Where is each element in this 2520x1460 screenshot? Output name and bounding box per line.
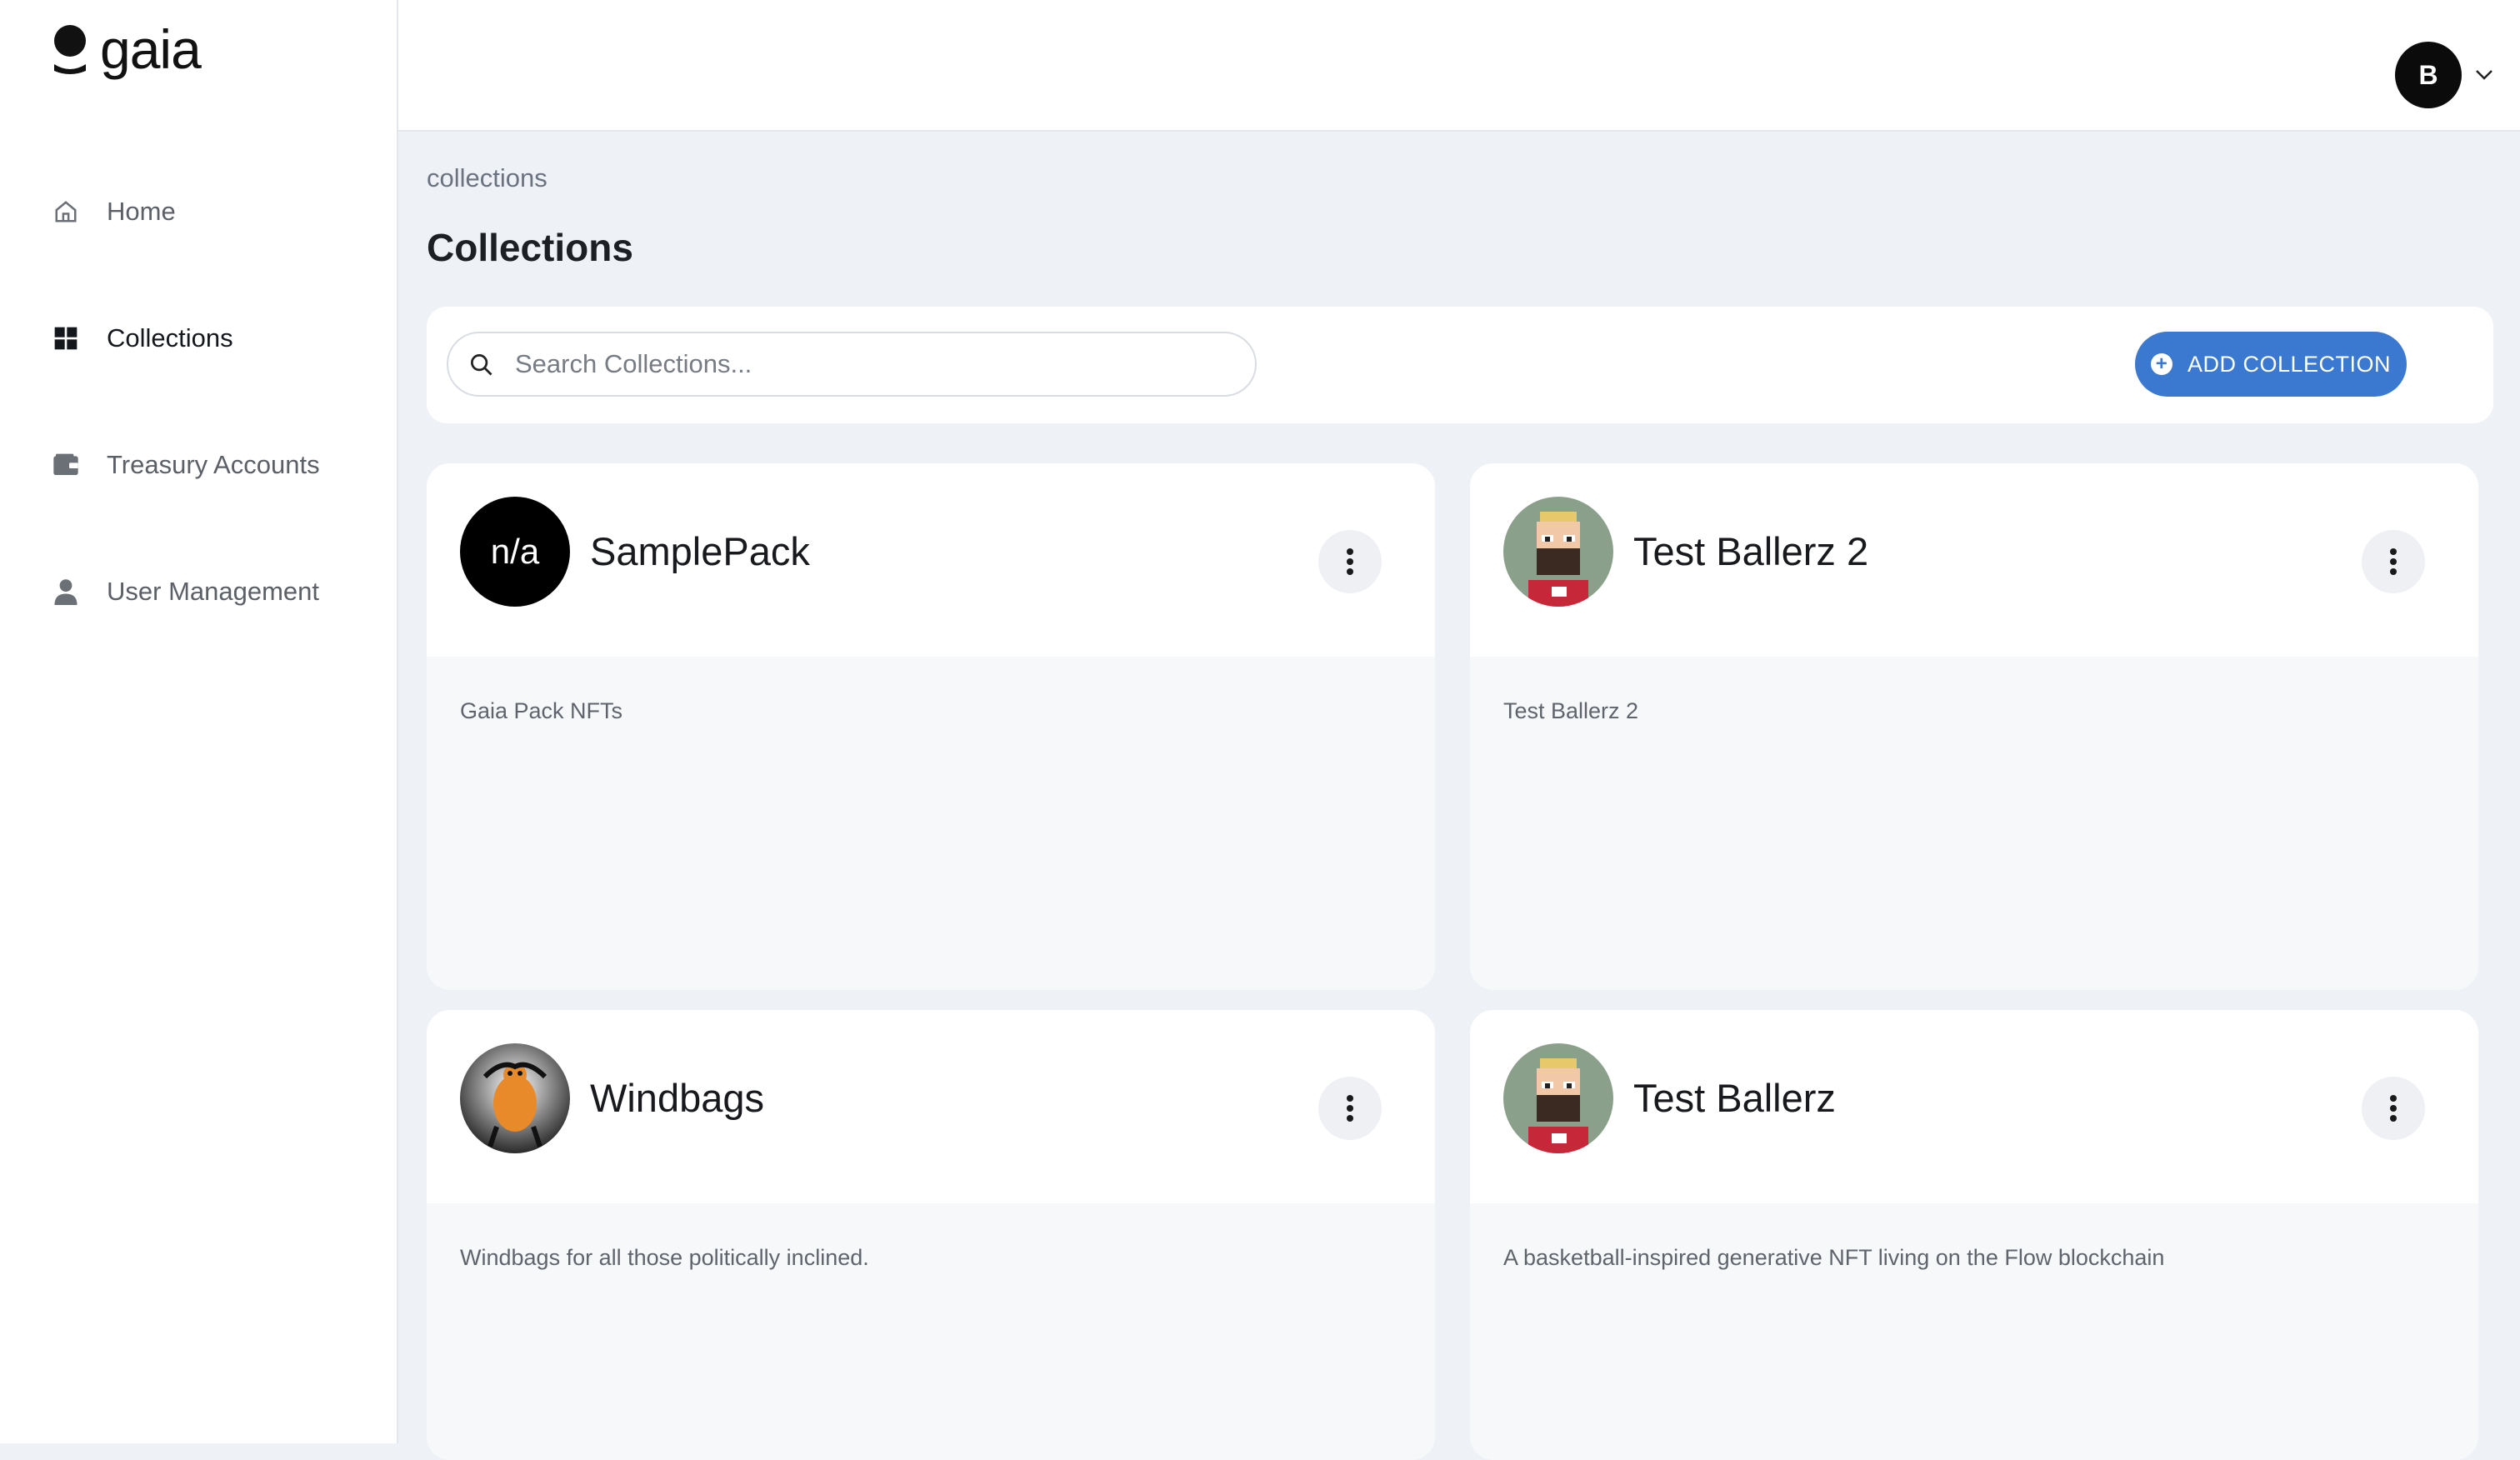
card-header: Windbags [427, 1010, 1435, 1203]
more-vertical-icon [1347, 1095, 1353, 1122]
baller-avatar-icon [1503, 1043, 1613, 1153]
collection-avatar [1503, 497, 1613, 607]
collection-title[interactable]: SamplePack [590, 528, 810, 574]
collection-avatar: n/a [460, 497, 570, 607]
collection-avatar [1503, 1043, 1613, 1153]
add-collection-label: ADD COLLECTION [2187, 351, 2392, 377]
logo-mark-icon [54, 25, 86, 74]
sidebar-item-label: User Management [107, 577, 320, 606]
card-header: n/a SamplePack [427, 463, 1435, 657]
more-options-button[interactable] [2362, 530, 2425, 593]
avatar: B [2395, 42, 2462, 108]
collection-description: Windbags for all those politically incli… [460, 1245, 869, 1270]
baller-avatar-icon [1503, 497, 1613, 607]
page-title: Collections [427, 226, 633, 269]
grid-icon [52, 324, 80, 352]
account-menu-button[interactable]: B [2395, 42, 2493, 108]
sidebar-item-label: Collections [107, 323, 233, 352]
collection-description: Gaia Pack NFTs [460, 698, 623, 723]
collection-description: Test Ballerz 2 [1503, 698, 1639, 723]
add-collection-button[interactable]: + ADD COLLECTION [2135, 332, 2407, 397]
search-box [447, 332, 1257, 397]
sidebar-item-label: Treasury Accounts [107, 450, 320, 479]
avatar-placeholder-text: n/a [460, 497, 570, 607]
sidebar: gaia Home Collections Treasury Accounts … [0, 0, 398, 1443]
breadcrumb[interactable]: collections [427, 163, 548, 193]
home-icon [52, 198, 80, 226]
search-input[interactable] [513, 348, 1233, 380]
sidebar-item-label: Home [107, 197, 176, 226]
collection-card[interactable]: n/a SamplePack Gaia Pack NFTs [427, 463, 1435, 990]
more-options-button[interactable] [1318, 1077, 1382, 1140]
more-vertical-icon [2390, 548, 2397, 575]
top-bar: B [398, 0, 2520, 132]
sidebar-item-collections[interactable]: Collections [52, 323, 233, 353]
more-options-button[interactable] [2362, 1077, 2425, 1140]
more-vertical-icon [1347, 548, 1353, 575]
logo-text: gaia [100, 18, 202, 80]
card-header: Test Ballerz 2 [1470, 463, 2478, 657]
collection-card[interactable]: Windbags Windbags for all those politica… [427, 1010, 1435, 1460]
gaia-logo[interactable]: gaia [52, 18, 202, 80]
windbag-avatar-icon [460, 1043, 570, 1153]
user-icon [52, 578, 80, 606]
collections-toolbar: + ADD COLLECTION [427, 307, 2493, 423]
wallet-icon [52, 451, 80, 479]
more-vertical-icon [2390, 1095, 2397, 1122]
collection-description: A basketball-inspired generative NFT liv… [1503, 1245, 2165, 1270]
sidebar-item-treasury-accounts[interactable]: Treasury Accounts [52, 450, 320, 480]
card-header: Test Ballerz [1470, 1010, 2478, 1203]
collection-title[interactable]: Test Ballerz 2 [1633, 528, 1868, 574]
collection-card[interactable]: Test Ballerz A basketball-inspired gener… [1470, 1010, 2478, 1460]
collection-avatar [460, 1043, 570, 1153]
search-icon [468, 352, 493, 377]
chevron-down-icon [2476, 70, 2492, 80]
collection-card[interactable]: Test Ballerz 2 Test Ballerz 2 [1470, 463, 2478, 990]
collection-title[interactable]: Windbags [590, 1075, 764, 1121]
collection-title[interactable]: Test Ballerz [1633, 1075, 1836, 1121]
more-options-button[interactable] [1318, 530, 1382, 593]
add-circle-icon: + [2150, 353, 2172, 375]
sidebar-item-home[interactable]: Home [52, 197, 176, 227]
sidebar-item-user-management[interactable]: User Management [52, 577, 319, 607]
